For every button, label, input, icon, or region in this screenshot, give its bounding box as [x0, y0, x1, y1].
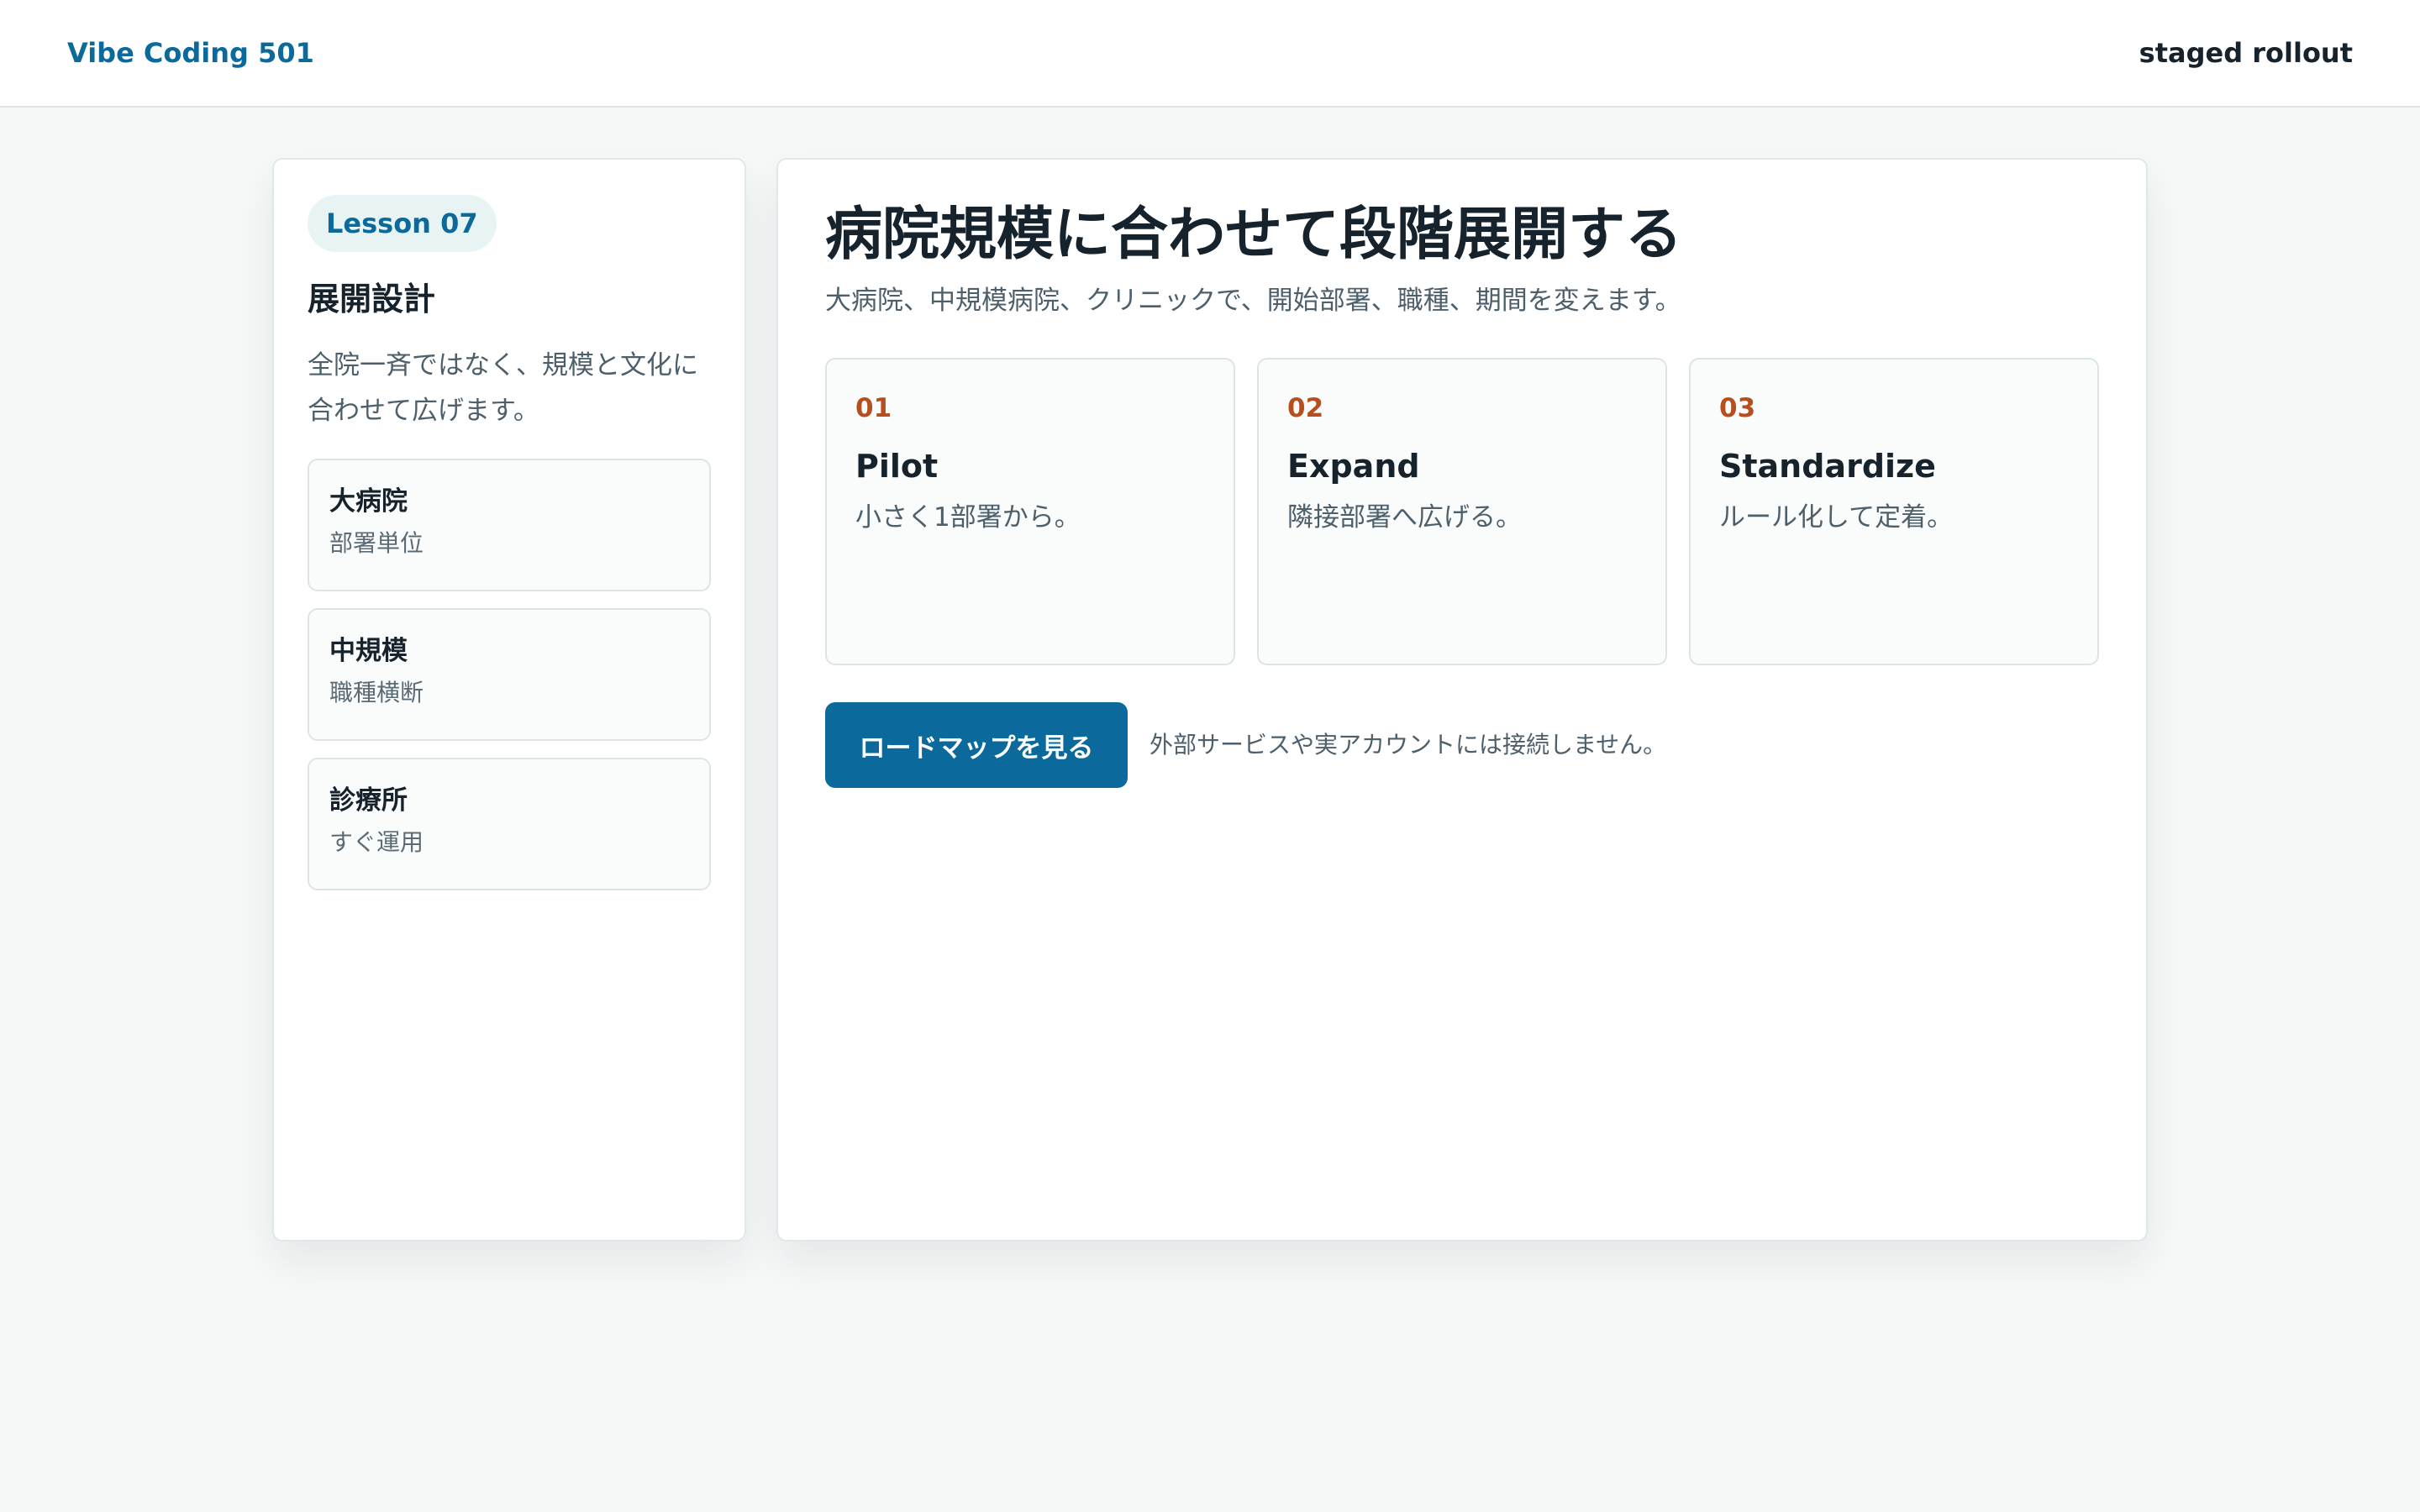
scale-item-clinic[interactable]: 診療所 すぐ運用 [308, 758, 711, 890]
top-bar: Vibe Coding 501 staged rollout [0, 0, 2420, 108]
hospital-scale-list: 大病院 部署単位 中規模 職種横断 診療所 すぐ運用 [308, 459, 711, 890]
page-title: 病院規模に合わせて段階展開する [825, 202, 1683, 268]
step-number: 02 [1287, 393, 1324, 423]
scale-item-name: 大病院 [329, 486, 408, 517]
step-description: 隣接部署へ広げる。 [1287, 502, 1522, 533]
rollout-label: staged rollout [2139, 37, 2353, 69]
step-card-expand: 02 Expand 隣接部署へ広げる。 [1257, 358, 1667, 665]
sidebar-description-line-2: 合わせて広げます。 [308, 396, 539, 426]
step-title: Standardize [1719, 448, 1936, 485]
scale-item-note: 部署単位 [329, 529, 424, 557]
step-number: 01 [855, 393, 892, 423]
lesson-badge: Lesson 07 [308, 195, 497, 252]
brand-title[interactable]: Vibe Coding 501 [67, 36, 314, 70]
sidebar-description-line-1: 全院一斉ではなく、規模と文化に [308, 350, 698, 381]
scale-item-name: 中規模 [329, 636, 408, 666]
disclaimer-note: 外部サービスや実アカウントには接続しません。 [1150, 731, 1667, 759]
action-row: ロードマップを見る 外部サービスや実アカウントには接続しません。 [825, 702, 2099, 788]
main-panel: 病院規模に合わせて段階展開する 大病院、中規模病院、クリニックで、開始部署、職種… [776, 158, 2148, 1242]
sidebar-description: 全院一斉ではなく、規模と文化に 合わせて広げます。 [308, 343, 711, 433]
page-subtitle: 大病院、中規模病院、クリニックで、開始部署、職種、期間を変えます。 [825, 286, 1681, 316]
step-title: Expand [1287, 448, 1420, 485]
step-number: 03 [1719, 393, 1756, 423]
step-card-standardize: 03 Standardize ルール化して定着。 [1689, 358, 2099, 665]
step-description: ルール化して定着。 [1719, 502, 1954, 533]
view-roadmap-button[interactable]: ロードマップを見る [825, 702, 1128, 788]
step-title: Pilot [855, 448, 939, 485]
sidebar-title: 展開設計 [308, 281, 436, 318]
scale-item-mid-size[interactable]: 中規模 職種横断 [308, 608, 711, 741]
scale-item-note: すぐ運用 [329, 828, 424, 856]
scale-item-large-hospital[interactable]: 大病院 部署単位 [308, 459, 711, 591]
rollout-steps: 01 Pilot 小さく1部署から。 02 Expand 隣接部署へ広げる。 0… [825, 358, 2099, 665]
scale-item-note: 職種横断 [329, 679, 424, 706]
step-card-pilot: 01 Pilot 小さく1部署から。 [825, 358, 1235, 665]
scale-item-name: 診療所 [329, 785, 408, 816]
lesson-sidebar: Lesson 07 展開設計 全院一斉ではなく、規模と文化に 合わせて広げます。… [272, 158, 746, 1242]
step-description: 小さく1部署から。 [855, 502, 1081, 533]
